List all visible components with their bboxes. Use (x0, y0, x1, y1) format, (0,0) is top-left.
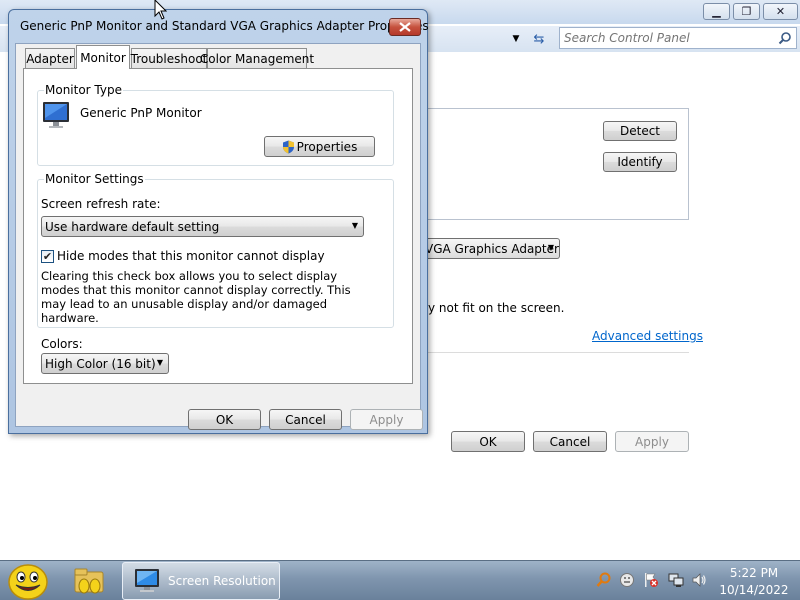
display-select-value: VGA Graphics Adapter (425, 242, 559, 256)
dialog-ok-button[interactable]: OK (188, 409, 261, 430)
properties-button-label: Properties (296, 139, 358, 154)
shield-icon (282, 140, 294, 153)
chevron-down-icon: ▼ (351, 221, 358, 230)
taskbar: Screen Resolution 5:22 PM 10/14/2022 (0, 560, 800, 600)
volume-icon[interactable] (691, 572, 707, 588)
display-select[interactable]: VGA Graphics Adapter ▼ (415, 238, 560, 259)
tab-adapter[interactable]: Adapter (25, 48, 75, 68)
chevron-down-icon: ▼ (156, 358, 163, 367)
monitor-settings-heading: Monitor Settings (44, 172, 145, 186)
advanced-settings-link[interactable]: Advanced settings (592, 329, 703, 343)
colors-value: High Color (16 bit) (45, 357, 156, 371)
magnifier-tray-icon[interactable] (596, 572, 612, 588)
minimize-button[interactable]: ▁ (703, 3, 730, 20)
refresh-rate-select[interactable]: Use hardware default setting ▼ (41, 216, 364, 237)
monitor-name: Generic PnP Monitor (80, 106, 202, 120)
dialog-close-button[interactable] (389, 18, 421, 36)
close-icon: ✕ (775, 5, 786, 18)
maximize-button[interactable]: ❐ (733, 3, 760, 20)
taskbar-explorer-button[interactable] (64, 563, 116, 599)
close-button[interactable]: ✕ (763, 3, 798, 20)
apply-button[interactable]: Apply (615, 431, 689, 452)
colors-select[interactable]: High Color (16 bit) ▼ (41, 353, 169, 374)
monitor-type-heading: Monitor Type (44, 83, 123, 97)
taskbar-screen-resolution-button[interactable]: Screen Resolution (122, 562, 280, 600)
hide-modes-label[interactable]: Hide modes that this monitor cannot disp… (57, 249, 325, 263)
hide-modes-description: Clearing this check box allows you to se… (41, 269, 351, 325)
hide-modes-checkbox[interactable]: ✔ (41, 250, 54, 263)
mouse-cursor-icon (154, 0, 167, 20)
tab-color-management[interactable]: Color Management (200, 48, 314, 68)
monitor-icon (43, 102, 69, 128)
taskbar-task-label: Screen Resolution (168, 574, 276, 588)
dialog-cancel-button[interactable]: Cancel (269, 409, 342, 430)
properties-button[interactable]: Properties (264, 136, 375, 157)
emoticon-tray-icon[interactable] (619, 572, 635, 588)
display-icon (135, 569, 159, 592)
ok-button[interactable]: OK (451, 431, 525, 452)
tab-monitor[interactable]: Monitor (76, 45, 130, 69)
folder-icon (74, 568, 104, 594)
divider (415, 352, 689, 353)
cancel-button[interactable]: Cancel (533, 431, 607, 452)
dialog-apply-button[interactable]: Apply (350, 409, 423, 430)
properties-dialog: Generic PnP Monitor and Standard VGA Gra… (8, 9, 429, 434)
close-icon (399, 22, 411, 32)
identify-button[interactable]: Identify (603, 152, 677, 172)
network-icon[interactable] (668, 572, 684, 588)
clock-time[interactable]: 5:22 PM (714, 566, 794, 580)
minimize-icon: ▁ (712, 5, 721, 18)
refresh-rate-value: Use hardware default setting (45, 220, 220, 234)
dialog-title: Generic PnP Monitor and Standard VGA Gra… (20, 19, 429, 33)
dialog-body: Adapter Monitor Troubleshoot Color Manag… (15, 43, 423, 430)
action-center-flag-icon[interactable] (643, 572, 659, 588)
fit-warning-text: y not fit on the screen. (428, 301, 565, 315)
monitor-tab-page: Monitor Type Generic PnP Monitor Propert… (23, 68, 413, 384)
search-input[interactable] (564, 30, 769, 46)
search-icon[interactable] (778, 31, 792, 45)
tab-troubleshoot[interactable]: Troubleshoot (131, 48, 207, 68)
refresh-rate-label: Screen refresh rate: (41, 197, 161, 211)
detect-button[interactable]: Detect (603, 121, 677, 141)
search-box[interactable] (559, 27, 797, 49)
chevron-down-icon: ▼ (547, 243, 554, 252)
clock-date[interactable]: 10/14/2022 (714, 583, 794, 597)
colors-label: Colors: (41, 337, 83, 351)
refresh-icon[interactable]: ⇆ (528, 29, 550, 49)
address-dropdown-icon[interactable]: ▼ (508, 31, 524, 47)
start-button-smiley-icon[interactable] (6, 562, 50, 600)
restore-icon: ❐ (741, 5, 752, 18)
